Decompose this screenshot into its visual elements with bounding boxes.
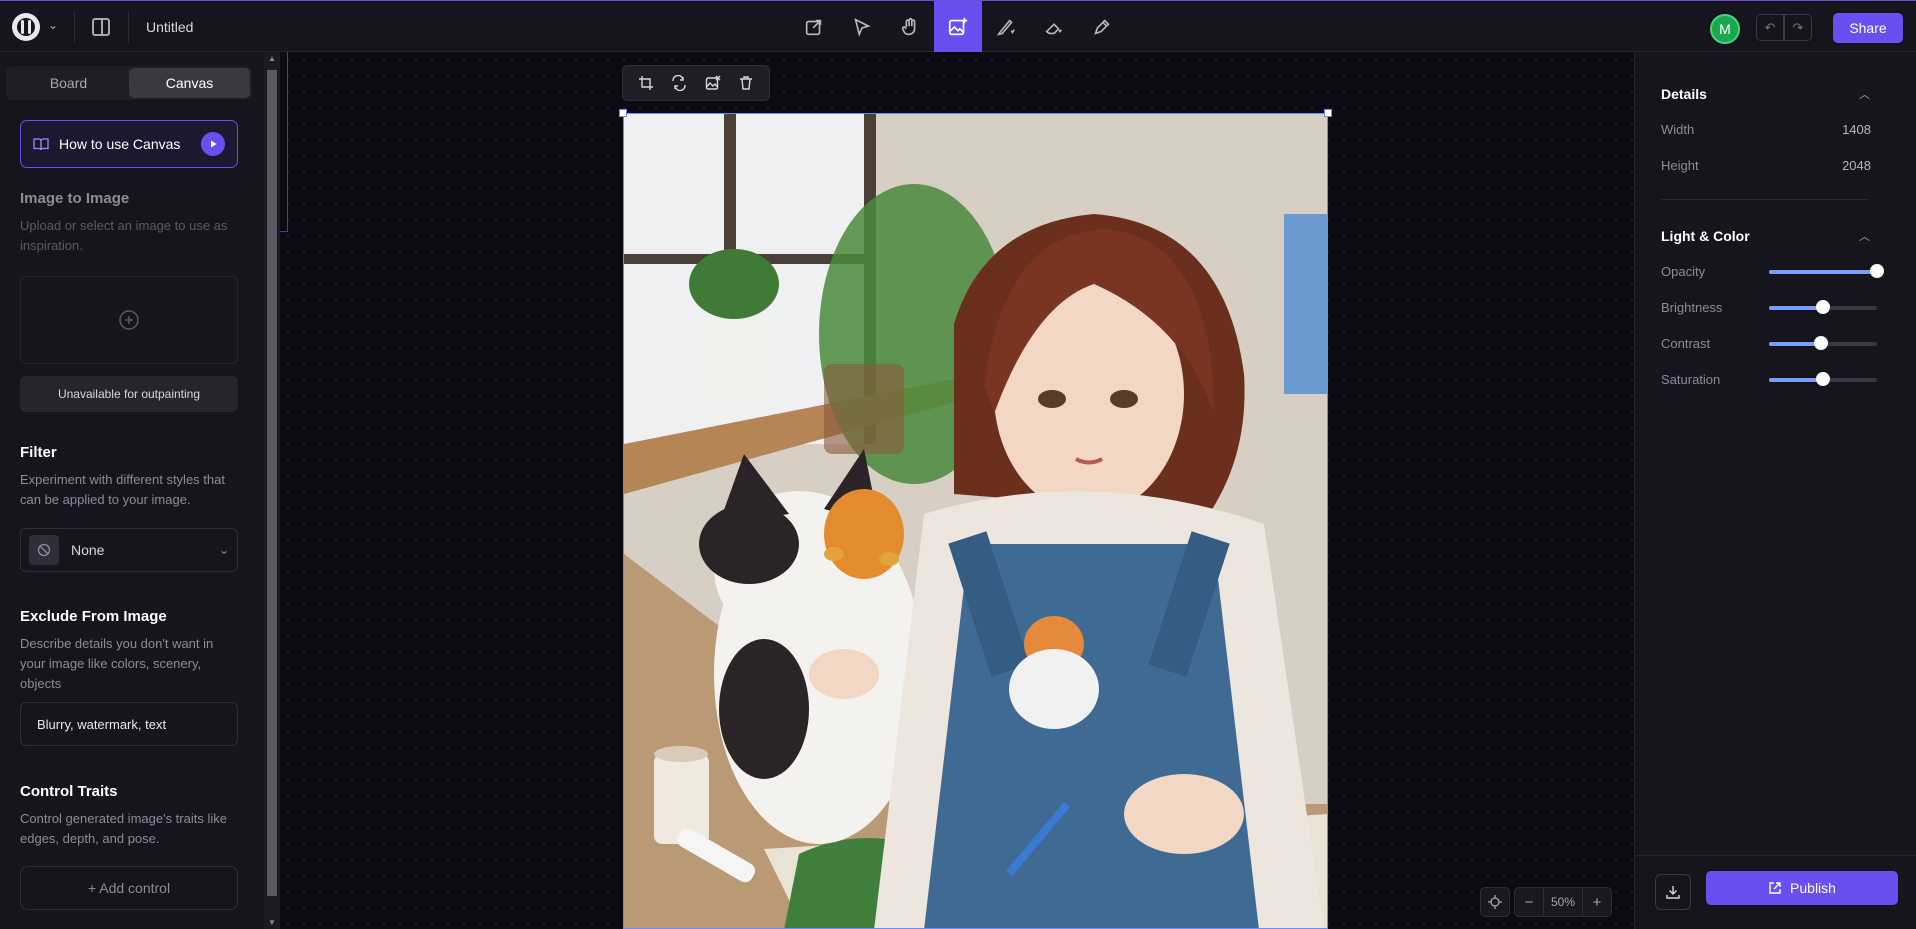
opacity-slider[interactable] bbox=[1769, 264, 1884, 278]
image-generate-icon[interactable] bbox=[934, 1, 982, 53]
resize-handle[interactable] bbox=[619, 109, 627, 117]
fit-to-screen-icon[interactable] bbox=[1480, 887, 1510, 917]
panel-footer: Publish bbox=[1635, 855, 1916, 929]
exclude-input[interactable]: Blurry, watermark, text bbox=[20, 702, 238, 746]
collapse-details-icon[interactable]: ︿ bbox=[1859, 86, 1870, 102]
image-toolbar bbox=[622, 65, 770, 101]
publish-button[interactable]: Publish bbox=[1706, 871, 1898, 905]
replace-image-icon[interactable] bbox=[702, 72, 724, 94]
illustration-artwork bbox=[624, 114, 1327, 928]
import-icon[interactable] bbox=[790, 1, 838, 53]
undo-icon[interactable]: ↶ bbox=[1756, 14, 1784, 41]
how-to-use-canvas-button[interactable]: How to use Canvas bbox=[20, 120, 238, 168]
control-traits-title: Control Traits bbox=[20, 783, 118, 800]
trash-icon[interactable] bbox=[735, 72, 757, 94]
share-button[interactable]: Share bbox=[1833, 13, 1903, 43]
collapse-light-color-icon[interactable]: ︿ bbox=[1859, 228, 1870, 244]
brush-icon[interactable] bbox=[982, 1, 1030, 53]
zoom-group: − 50% + bbox=[1514, 887, 1612, 917]
filter-dropdown[interactable]: None ⌄ bbox=[20, 528, 238, 572]
pen-icon[interactable] bbox=[1078, 1, 1126, 53]
contrast-slider[interactable] bbox=[1769, 336, 1877, 350]
resize-handle[interactable] bbox=[1324, 109, 1332, 117]
app-logo-icon[interactable] bbox=[12, 13, 40, 41]
saturation-slider[interactable] bbox=[1769, 372, 1877, 386]
book-icon bbox=[33, 138, 49, 151]
height-value: 2048 bbox=[1842, 158, 1871, 173]
saturation-label: Saturation bbox=[1661, 372, 1721, 387]
canvas-area[interactable]: − 50% + bbox=[280, 52, 1634, 929]
scroll-up-icon[interactable]: ▲ bbox=[268, 54, 276, 63]
offscreen-frame bbox=[280, 52, 288, 232]
redo-icon[interactable]: ↷ bbox=[1784, 14, 1812, 41]
user-avatar[interactable]: M bbox=[1710, 14, 1740, 44]
external-link-icon bbox=[1769, 882, 1781, 894]
brightness-label: Brightness bbox=[1661, 300, 1723, 315]
top-bar: ⌄ Untitled M ↶ ↷ Share bbox=[0, 0, 1916, 53]
control-traits-desc: Control generated image's traits like ed… bbox=[20, 811, 227, 846]
slider-knob[interactable] bbox=[1816, 300, 1830, 314]
width-label: Width bbox=[1661, 122, 1695, 137]
image-upload-area[interactable] bbox=[20, 276, 238, 364]
generated-image[interactable] bbox=[623, 113, 1328, 929]
filter-desc: Experiment with different styles that ca… bbox=[20, 472, 225, 507]
chevron-down-icon[interactable]: ⌄ bbox=[48, 18, 58, 32]
document-title[interactable]: Untitled bbox=[146, 19, 193, 35]
scroll-thumb[interactable] bbox=[267, 70, 277, 896]
exclude-desc: Describe details you don't want in your … bbox=[20, 636, 214, 691]
divider bbox=[128, 11, 129, 43]
zoom-out-icon[interactable]: − bbox=[1515, 888, 1543, 916]
tab-canvas[interactable]: Canvas bbox=[129, 68, 250, 98]
chevron-down-icon: ⌄ bbox=[218, 543, 229, 557]
filter-value: None bbox=[71, 542, 105, 558]
crop-icon[interactable] bbox=[635, 72, 657, 94]
opacity-label: Opacity bbox=[1661, 264, 1706, 279]
swap-icon[interactable] bbox=[668, 72, 690, 94]
brightness-slider[interactable] bbox=[1769, 300, 1877, 314]
left-sidebar: Board Canvas How to use Canvas Image to … bbox=[0, 52, 264, 929]
sidebar-scrollbar[interactable]: ▲ ▼ bbox=[264, 52, 280, 929]
zoom-controls: − 50% + bbox=[1480, 887, 1612, 917]
tab-board[interactable]: Board bbox=[8, 68, 129, 98]
slider-fill bbox=[1769, 378, 1823, 382]
add-circle-icon bbox=[119, 310, 139, 330]
zoom-in-icon[interactable]: + bbox=[1583, 888, 1611, 916]
image-to-image-title: Image to Image bbox=[20, 190, 130, 207]
image-to-image-desc: Upload or select an image to use as insp… bbox=[20, 218, 228, 253]
no-filter-icon bbox=[29, 535, 59, 565]
tool-bar bbox=[790, 1, 1126, 53]
select-icon[interactable] bbox=[838, 1, 886, 53]
zoom-level: 50% bbox=[1543, 888, 1583, 916]
contrast-label: Contrast bbox=[1661, 336, 1711, 351]
unavailable-notice: Unavailable for outpainting bbox=[20, 376, 238, 412]
slider-knob[interactable] bbox=[1813, 336, 1828, 350]
width-value: 1408 bbox=[1842, 122, 1871, 137]
how-to-label: How to use Canvas bbox=[59, 136, 181, 152]
slider-fill bbox=[1769, 270, 1877, 274]
filter-title: Filter bbox=[20, 444, 57, 461]
sidebar-toggle-icon[interactable] bbox=[92, 18, 110, 36]
add-control-button[interactable]: + Add control bbox=[20, 866, 238, 910]
light-color-title: Light & Color bbox=[1661, 228, 1750, 244]
download-icon[interactable] bbox=[1655, 874, 1691, 910]
right-panel: Details ︿ Width 1408 Height 2048 Light &… bbox=[1634, 52, 1916, 929]
publish-label: Publish bbox=[1790, 880, 1836, 896]
hand-icon[interactable] bbox=[886, 1, 934, 53]
mode-tabs: Board Canvas bbox=[6, 66, 252, 100]
eraser-icon[interactable] bbox=[1030, 1, 1078, 53]
slider-fill bbox=[1769, 306, 1823, 310]
details-title: Details bbox=[1661, 86, 1707, 102]
divider bbox=[1661, 199, 1869, 200]
slider-knob[interactable] bbox=[1816, 372, 1830, 386]
scroll-down-icon[interactable]: ▼ bbox=[268, 918, 276, 927]
height-label: Height bbox=[1661, 158, 1699, 173]
exclude-title: Exclude From Image bbox=[20, 608, 167, 625]
slider-knob[interactable] bbox=[1870, 264, 1884, 278]
divider bbox=[74, 11, 75, 43]
play-icon bbox=[201, 132, 225, 156]
